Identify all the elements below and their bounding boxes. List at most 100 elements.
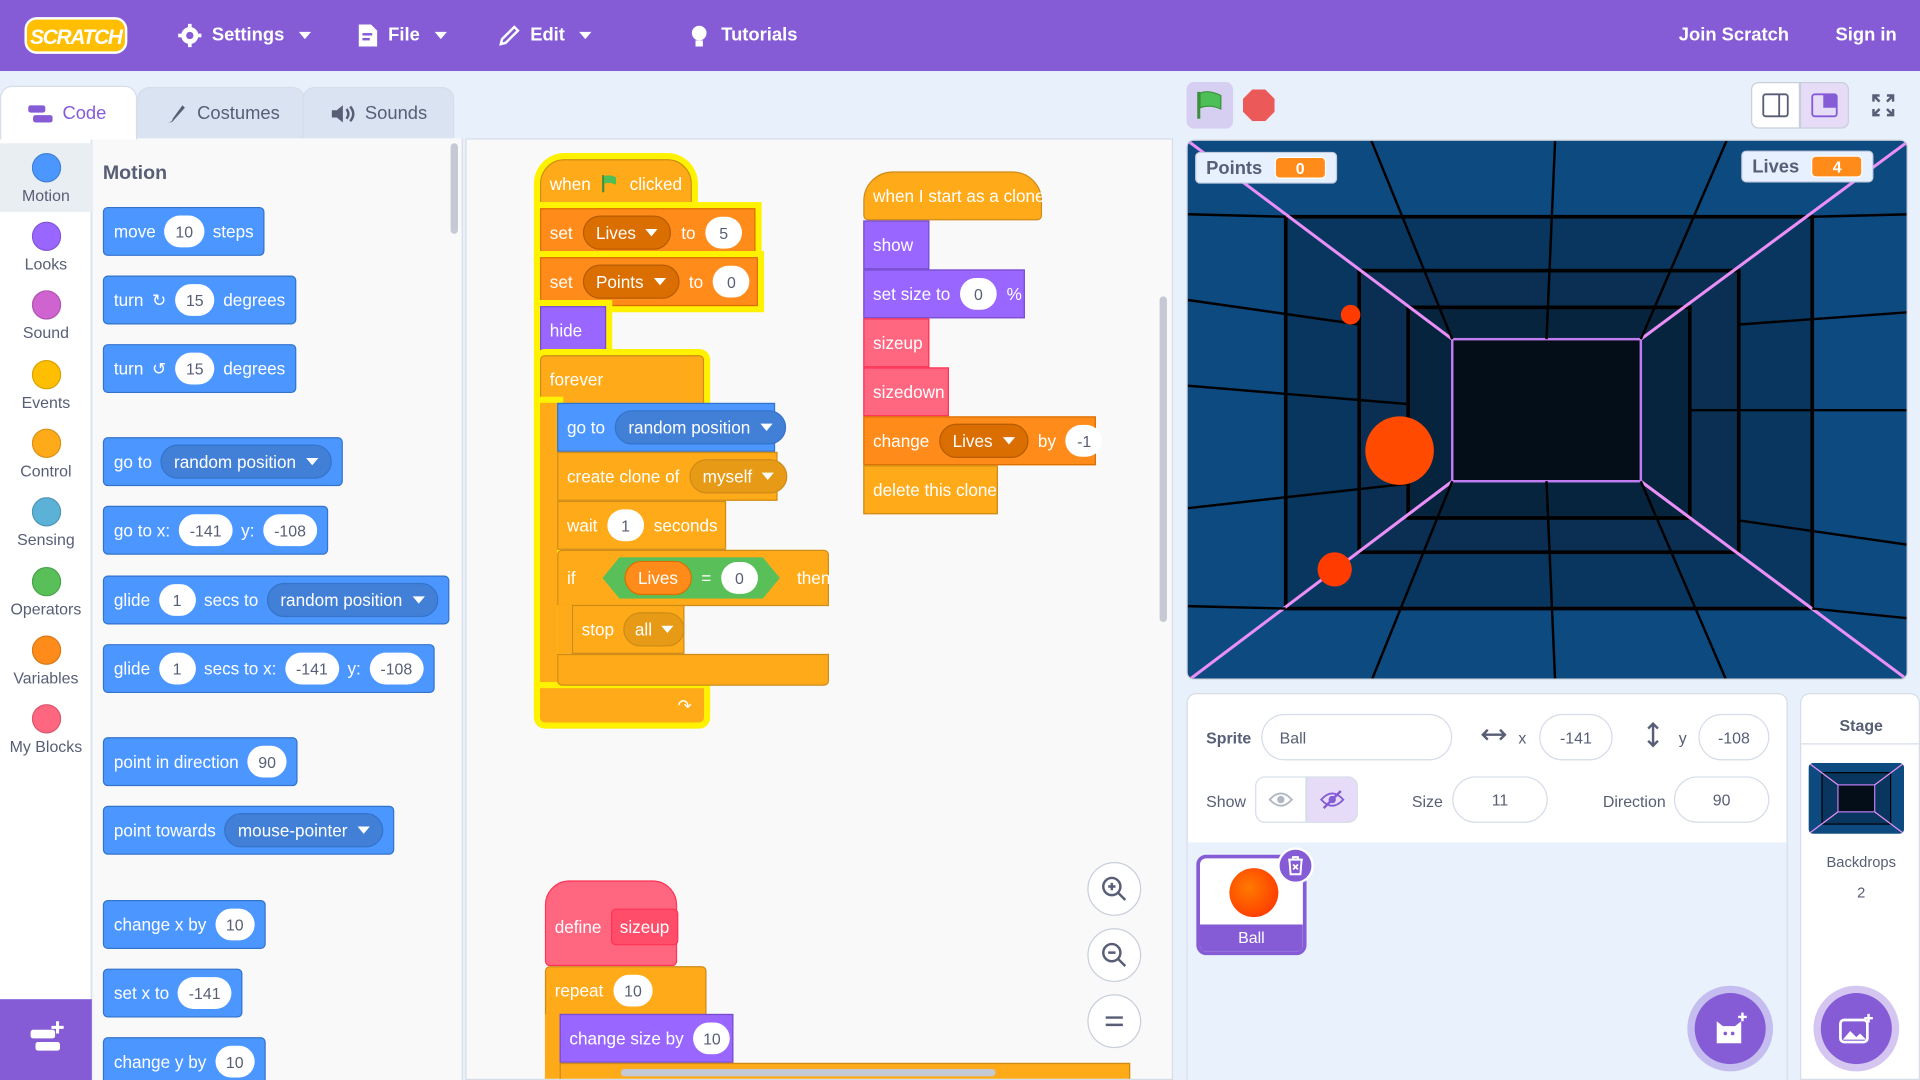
change-size-block[interactable]: change size by 10 xyxy=(559,1013,734,1063)
change-lives-block[interactable]: change Lives by -1 xyxy=(863,416,1103,466)
change-x-block[interactable]: change x by 10 xyxy=(102,900,266,949)
size-input[interactable]: 0 xyxy=(960,277,997,310)
green-flag-script[interactable]: when clicked set Lives to 5 set Points to 0 hid… xyxy=(540,142,846,727)
set-size-block[interactable]: set size to 0% xyxy=(863,269,1025,319)
file-menu[interactable]: File xyxy=(356,0,447,71)
create-clone-block[interactable]: create clone of myself xyxy=(557,451,788,501)
clone-dropdown[interactable]: myself xyxy=(689,459,788,494)
category-my-blocks[interactable]: My Blocks xyxy=(0,694,92,763)
x-input[interactable]: -141 xyxy=(284,652,339,685)
size-field[interactable]: 11 xyxy=(1452,776,1548,823)
sprite-name-field[interactable]: Ball xyxy=(1261,713,1453,761)
y-change-input[interactable]: 10 xyxy=(214,1045,255,1078)
scratch-logo[interactable]: SCRATCH xyxy=(24,17,128,54)
towards-dropdown[interactable]: mouse-pointer xyxy=(224,813,383,848)
secs-input[interactable]: 1 xyxy=(158,652,196,685)
show-block[interactable]: show xyxy=(863,220,930,270)
set-lives-block[interactable]: set Lives to 5 xyxy=(540,208,756,258)
tab-sounds[interactable]: Sounds xyxy=(302,86,455,139)
x-field[interactable]: -141 xyxy=(1539,713,1613,761)
stop-button[interactable] xyxy=(1242,89,1275,122)
goto-random-block[interactable]: go to random position xyxy=(557,402,786,452)
glide-xy-block[interactable]: glide 1 secs to x: -141 y: -108 xyxy=(102,644,435,694)
variable-dropdown[interactable]: Lives xyxy=(939,423,1029,458)
lives-monitor[interactable]: Lives 4 xyxy=(1741,150,1874,183)
script-area[interactable]: when clicked set Lives to 5 set Points to 0 hid… xyxy=(465,138,1174,1080)
repeat-count-input[interactable]: 10 xyxy=(613,974,653,1007)
stop-dropdown[interactable]: all xyxy=(623,612,686,647)
variable-dropdown[interactable]: Points xyxy=(582,264,680,299)
delete-sprite-button[interactable] xyxy=(1277,847,1314,885)
fullscreen-button[interactable] xyxy=(1859,82,1908,129)
point-towards-block[interactable]: point towards mouse-pointer xyxy=(102,805,395,855)
goto-xy-block[interactable]: go to x: -141 y: -108 xyxy=(102,505,329,555)
degrees-input[interactable]: 15 xyxy=(174,284,215,316)
change-y-block[interactable]: change y by 10 xyxy=(102,1037,266,1080)
zoom-out-button[interactable] xyxy=(1087,928,1142,983)
value-input[interactable]: 0 xyxy=(713,265,750,298)
move-steps-block[interactable]: move 10 steps xyxy=(102,206,265,256)
repeat-block[interactable]: repeat 10 xyxy=(544,966,707,1016)
hide-block[interactable]: hide xyxy=(540,306,607,356)
direction-field[interactable]: 90 xyxy=(1673,776,1770,823)
set-x-block[interactable]: set x to -141 xyxy=(102,968,243,1018)
when-flag-clicked-block[interactable]: when clicked xyxy=(540,159,692,209)
category-sensing[interactable]: Sensing xyxy=(0,487,92,556)
choose-sprite-button[interactable] xyxy=(1694,993,1766,1065)
category-control[interactable]: Control xyxy=(0,419,92,488)
show-hidden-toggle[interactable] xyxy=(1306,776,1358,823)
join-scratch-link[interactable]: Join Scratch xyxy=(1679,0,1789,71)
category-motion[interactable]: Motion xyxy=(0,143,92,212)
set-points-block[interactable]: set Points to 0 xyxy=(540,257,758,307)
x-input[interactable]: -141 xyxy=(177,977,232,1009)
forever-block[interactable]: forever xyxy=(540,355,705,405)
category-events[interactable]: Events xyxy=(0,350,92,419)
green-flag-button[interactable] xyxy=(1186,82,1234,129)
zoom-in-button[interactable] xyxy=(1087,862,1142,916)
small-stage-button[interactable] xyxy=(1751,82,1801,129)
compare-input[interactable]: 0 xyxy=(721,562,758,594)
stage-panel[interactable]: Stage Backdrops 2 xyxy=(1800,693,1920,1080)
sizedown-call-block[interactable]: sizedown xyxy=(863,367,949,417)
category-variables[interactable]: Variables xyxy=(0,626,92,695)
x-change-input[interactable]: 10 xyxy=(214,908,255,941)
value-input[interactable]: -1 xyxy=(1065,424,1103,457)
goto-dropdown[interactable]: random position xyxy=(614,410,786,445)
x-input[interactable]: -141 xyxy=(178,514,233,547)
vertical-scrollbar[interactable] xyxy=(1159,296,1167,623)
value-input[interactable]: 5 xyxy=(705,216,743,249)
stage-canvas[interactable]: Points 0 Lives 4 xyxy=(1186,139,1908,680)
add-extension-button[interactable] xyxy=(0,999,92,1080)
settings-menu[interactable]: Settings xyxy=(178,0,312,71)
tab-costumes[interactable]: Costumes xyxy=(137,86,305,139)
stop-all-block[interactable]: stop all xyxy=(571,604,686,654)
glide-dropdown[interactable]: random position xyxy=(266,582,438,618)
degrees-input[interactable]: 15 xyxy=(174,352,215,385)
size-change-input[interactable]: 10 xyxy=(693,1022,731,1055)
goto-block[interactable]: go to random position xyxy=(102,437,343,487)
sign-in-link[interactable]: Sign in xyxy=(1836,0,1897,71)
delete-clone-block[interactable]: delete this clone xyxy=(863,465,998,515)
edit-menu[interactable]: Edit xyxy=(498,0,592,71)
y-input[interactable]: -108 xyxy=(369,652,424,685)
category-sound[interactable]: Sound xyxy=(0,280,92,349)
when-clone-starts-block[interactable]: when I start as a clone xyxy=(863,171,1045,221)
equals-operator[interactable]: Lives = 0 xyxy=(602,557,779,599)
point-direction-block[interactable]: point in direction 90 xyxy=(102,737,299,787)
tutorials-button[interactable]: Tutorials xyxy=(687,0,797,71)
turn-left-block[interactable]: turn ↺ 15 degrees xyxy=(102,344,297,394)
palette-scrollbar[interactable] xyxy=(450,143,458,234)
large-stage-button[interactable] xyxy=(1800,82,1849,129)
y-input[interactable]: -108 xyxy=(263,514,317,547)
category-looks[interactable]: Looks xyxy=(0,212,92,281)
goto-dropdown[interactable]: random position xyxy=(160,444,332,479)
y-field[interactable]: -108 xyxy=(1698,713,1770,761)
points-monitor[interactable]: Points 0 xyxy=(1195,151,1337,184)
secs-input[interactable]: 1 xyxy=(158,584,196,616)
glide-block[interactable]: glide 1 secs to random position xyxy=(102,575,449,625)
zoom-reset-button[interactable] xyxy=(1087,994,1142,1049)
category-operators[interactable]: Operators xyxy=(0,557,92,626)
seconds-input[interactable]: 1 xyxy=(607,509,644,542)
sizeup-call-block[interactable]: sizeup xyxy=(863,318,930,368)
variable-dropdown[interactable]: Lives xyxy=(582,215,672,250)
